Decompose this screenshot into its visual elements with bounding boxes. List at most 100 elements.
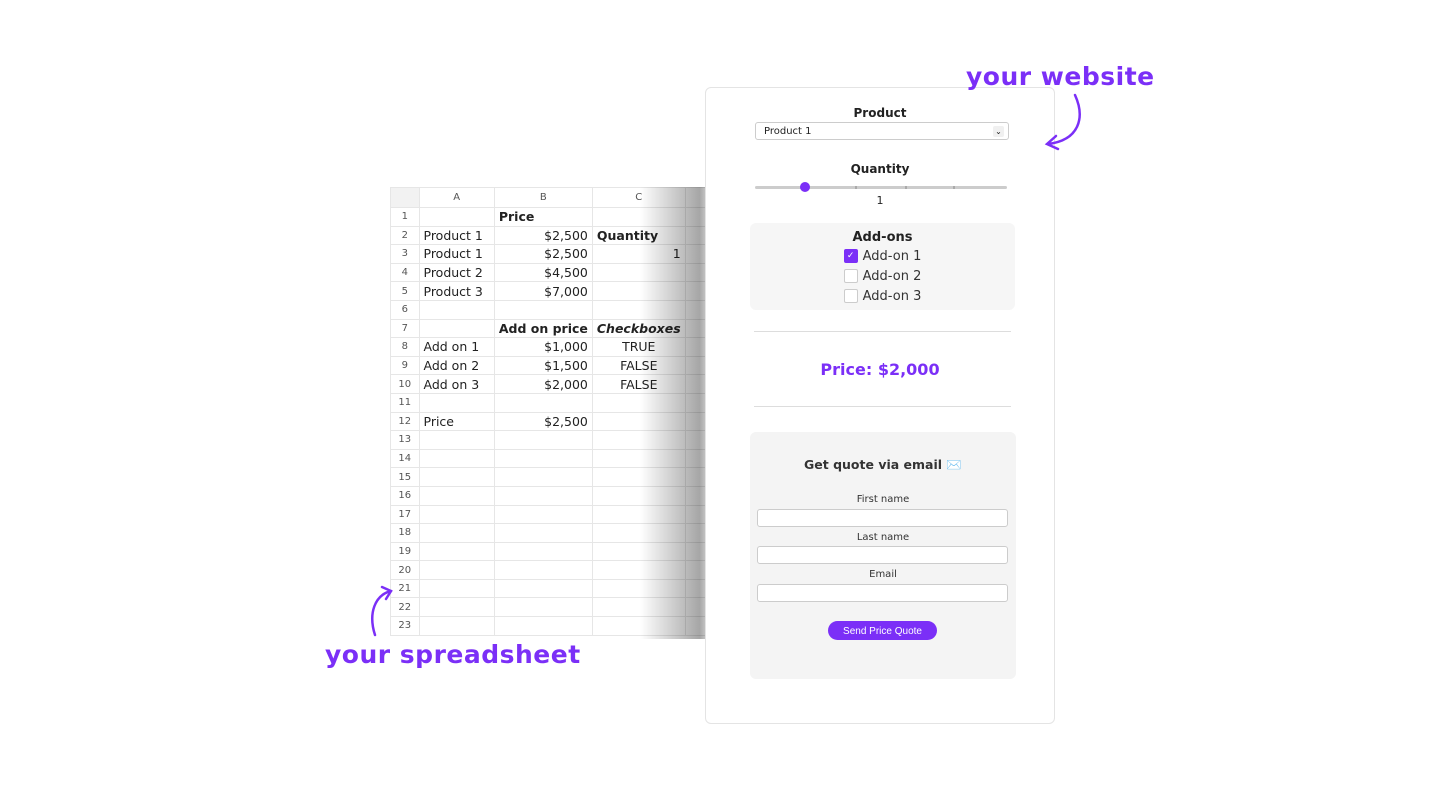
sheet-cell[interactable] bbox=[493, 430, 593, 450]
sheet-cell[interactable] bbox=[418, 430, 495, 450]
product-select[interactable]: Product 1 ⌄ bbox=[755, 122, 1009, 140]
sheet-cell[interactable]: Price bbox=[493, 207, 593, 227]
checkbox-icon[interactable] bbox=[843, 289, 858, 303]
quantity-label: Quantity bbox=[850, 162, 910, 176]
sheet-cell[interactable]: Add on 3 bbox=[418, 374, 495, 394]
last-name-input[interactable] bbox=[757, 546, 1008, 564]
quantity-slider[interactable] bbox=[755, 182, 1007, 192]
row-number: 13 bbox=[390, 430, 420, 450]
slider-tick bbox=[953, 186, 955, 189]
sheet-cell[interactable] bbox=[418, 467, 495, 487]
sheet-cell[interactable]: Product 2 bbox=[418, 262, 495, 283]
addons-group: Add-ons ✓ Add-on 1 Add-on 2 Add-on 3 bbox=[750, 223, 1015, 310]
row-number: 8 bbox=[390, 337, 420, 357]
addons-label: Add-ons bbox=[852, 230, 913, 245]
divider bbox=[754, 331, 1011, 332]
sheet-cell[interactable] bbox=[418, 578, 495, 599]
row-number: 1 bbox=[390, 207, 420, 227]
quote-title: Get quote via email ✉️ bbox=[804, 457, 962, 472]
first-name-input[interactable] bbox=[757, 509, 1008, 527]
sheet-cell[interactable]: $1,000 bbox=[493, 337, 593, 357]
checkbox-checked-icon[interactable]: ✓ bbox=[843, 249, 858, 263]
addon-checkbox-row[interactable]: ✓ Add-on 1 bbox=[750, 246, 1015, 266]
addon-checkbox-row[interactable]: Add-on 2 bbox=[750, 266, 1015, 286]
chevron-down-icon: ⌄ bbox=[993, 126, 1004, 137]
sheet-cell[interactable] bbox=[493, 597, 593, 618]
sheet-cell[interactable] bbox=[493, 392, 593, 413]
sheet-cell[interactable] bbox=[418, 597, 495, 618]
email-label: Email bbox=[869, 569, 897, 580]
row-number: 16 bbox=[390, 485, 420, 506]
sheet-cell[interactable]: $2,000 bbox=[493, 374, 593, 394]
sheet-cell[interactable]: $7,000 bbox=[493, 281, 593, 301]
slider-tick bbox=[905, 186, 907, 189]
row-number: 3 bbox=[390, 244, 420, 264]
price-display: Price: $2,000 bbox=[820, 360, 940, 379]
sheet-cell[interactable]: Add on 1 bbox=[418, 337, 495, 357]
sheet-cell[interactable]: $2,500 bbox=[493, 225, 593, 246]
sheet-cell[interactable] bbox=[418, 299, 495, 320]
row-number: 2 bbox=[390, 225, 420, 246]
column-header[interactable]: B bbox=[493, 187, 593, 208]
arrow-spreadsheet-icon bbox=[371, 585, 393, 637]
row-number: 15 bbox=[390, 467, 420, 487]
row-number: 18 bbox=[390, 523, 420, 543]
sheet-cell[interactable] bbox=[493, 485, 593, 506]
website-form: Product Product 1 ⌄ Quantity 1 Add-ons ✓… bbox=[705, 87, 1055, 724]
sheet-cell[interactable] bbox=[418, 207, 495, 227]
sheet-cell[interactable] bbox=[418, 448, 495, 469]
quantity-value: 1 bbox=[876, 194, 884, 207]
sheet-cell[interactable]: $2,500 bbox=[493, 411, 593, 432]
sheet-cell[interactable] bbox=[418, 523, 495, 543]
sheet-cell[interactable] bbox=[493, 523, 593, 543]
sheet-cell[interactable] bbox=[493, 578, 593, 599]
sheet-cell[interactable]: Product 1 bbox=[418, 244, 495, 264]
row-number: 6 bbox=[390, 299, 420, 320]
checkbox-icon[interactable] bbox=[843, 269, 858, 283]
sheet-cell[interactable] bbox=[418, 616, 495, 636]
quote-form: Get quote via email ✉️ First name Last n… bbox=[750, 432, 1016, 679]
sheet-cell[interactable] bbox=[418, 392, 495, 413]
sheet-cell[interactable]: Add on 2 bbox=[418, 355, 495, 376]
addon-checkbox-row[interactable]: Add-on 3 bbox=[750, 286, 1015, 306]
sheet-cell[interactable]: Product 3 bbox=[418, 281, 495, 301]
sheet-cell[interactable] bbox=[493, 560, 593, 580]
slider-thumb[interactable] bbox=[800, 182, 811, 192]
sheet-cell[interactable] bbox=[493, 616, 593, 636]
sheet-cell[interactable] bbox=[418, 318, 495, 339]
sheet-cell[interactable]: $4,500 bbox=[493, 262, 593, 283]
product-label: Product bbox=[853, 106, 907, 120]
row-number: 20 bbox=[390, 560, 420, 580]
addon-label: Add-on 3 bbox=[862, 288, 922, 304]
sheet-cell[interactable] bbox=[493, 467, 593, 487]
row-number: 19 bbox=[390, 541, 420, 562]
row-number: 12 bbox=[390, 411, 420, 432]
addon-label: Add-on 1 bbox=[862, 248, 922, 264]
last-name-label: Last name bbox=[856, 532, 910, 543]
sheet-cell[interactable] bbox=[418, 560, 495, 580]
column-header[interactable]: A bbox=[418, 187, 495, 208]
send-price-quote-button[interactable]: Send Price Quote bbox=[828, 621, 937, 640]
row-number: 14 bbox=[390, 448, 420, 469]
sheet-cell[interactable] bbox=[418, 541, 495, 562]
panel-shadow bbox=[640, 187, 710, 639]
sheet-cell[interactable]: Add on price bbox=[493, 318, 593, 339]
row-number: 17 bbox=[390, 504, 420, 525]
row-number: 7 bbox=[390, 318, 420, 339]
sheet-cell[interactable]: $1,500 bbox=[493, 355, 593, 376]
product-select-value: Product 1 bbox=[764, 126, 812, 137]
sheet-cell[interactable]: Price bbox=[418, 411, 495, 432]
your-spreadsheet-annotation: your spreadsheet bbox=[325, 640, 581, 669]
sheet-cell[interactable]: $2,500 bbox=[493, 244, 593, 264]
sheet-cell[interactable]: Product 1 bbox=[418, 225, 495, 246]
sheet-cell[interactable] bbox=[493, 541, 593, 562]
sheet-cell[interactable] bbox=[493, 448, 593, 469]
sheet-cell[interactable] bbox=[418, 485, 495, 506]
sheet-cell[interactable] bbox=[493, 299, 593, 320]
row-number: 10 bbox=[390, 374, 420, 394]
corner-cell[interactable] bbox=[390, 187, 420, 208]
email-input[interactable] bbox=[757, 584, 1008, 602]
sheet-cell[interactable] bbox=[493, 504, 593, 525]
sheet-cell[interactable] bbox=[418, 504, 495, 525]
row-number: 11 bbox=[390, 392, 420, 413]
